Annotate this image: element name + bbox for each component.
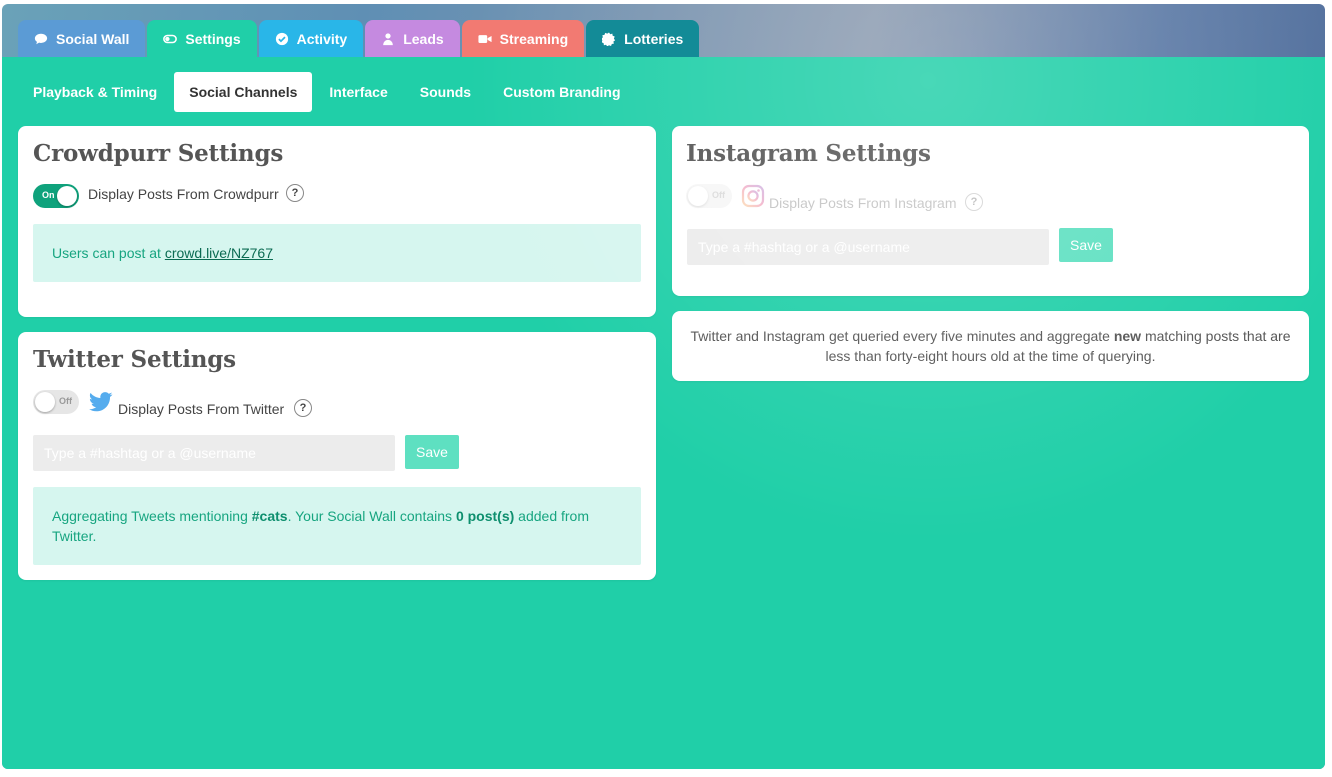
card-title: Crowdpurr Settings bbox=[33, 140, 284, 167]
check-circle-icon bbox=[275, 32, 289, 46]
card-title: Instagram Settings bbox=[686, 140, 931, 167]
info-post-count: 0 post(s) bbox=[455, 508, 515, 524]
top-tab-bar: Social Wall Settings Activity Leads Stre… bbox=[18, 20, 700, 57]
tab-social-wall[interactable]: Social Wall bbox=[18, 20, 146, 57]
subtab-custom-branding[interactable]: Custom Branding bbox=[488, 72, 635, 112]
toggle-state-label: Off bbox=[712, 190, 725, 200]
subtab-social-channels[interactable]: Social Channels bbox=[174, 72, 313, 112]
instagram-help-icon[interactable]: ? bbox=[965, 193, 983, 211]
crowdpurr-display-toggle[interactable]: On bbox=[33, 184, 79, 208]
instagram-option-label: Display Posts From Instagram bbox=[769, 195, 957, 211]
tab-label: Settings bbox=[185, 30, 241, 47]
twitter-help-icon[interactable]: ? bbox=[294, 399, 312, 417]
twitter-save-button[interactable]: Save bbox=[405, 435, 459, 469]
tab-lotteries[interactable]: Lotteries bbox=[586, 20, 700, 57]
info-text: Aggregating Tweets mentioning #cats. You… bbox=[52, 506, 622, 546]
toggle-state-label: On bbox=[42, 190, 55, 200]
crowdpurr-option-label: Display Posts From Crowdpurr bbox=[88, 186, 279, 202]
twitter-option-label: Display Posts From Twitter bbox=[118, 401, 285, 417]
subtab-sounds[interactable]: Sounds bbox=[405, 72, 486, 112]
info-part: . Your Social Wall contains bbox=[287, 508, 456, 524]
tab-label: Streaming bbox=[499, 30, 569, 47]
twitter-display-toggle[interactable]: Off bbox=[33, 390, 79, 414]
info-text: Users can post at crowd.live/NZ767 bbox=[52, 243, 273, 263]
crowdpurr-settings-card: Crowdpurr Settings On Display Posts From… bbox=[18, 126, 656, 317]
person-icon bbox=[381, 32, 395, 46]
info-part: Aggregating Tweets mentioning bbox=[52, 508, 252, 524]
tab-label: Activity bbox=[296, 30, 348, 47]
settings-sub-tabs: Playback & Timing Social Channels Interf… bbox=[18, 72, 636, 112]
query-note-text: Twitter and Instagram get queried every … bbox=[672, 326, 1309, 366]
instagram-icon bbox=[741, 184, 765, 208]
twitter-settings-card: Twitter Settings Off Display Posts From … bbox=[18, 332, 656, 580]
crowdpurr-info-box: Users can post at crowd.live/NZ767 bbox=[33, 224, 641, 282]
instagram-hashtag-input[interactable] bbox=[687, 229, 1049, 265]
query-note-card: Twitter and Instagram get queried every … bbox=[672, 311, 1309, 381]
note-bold: new bbox=[1113, 328, 1142, 344]
video-camera-icon bbox=[478, 32, 492, 46]
app-window: Social Wall Settings Activity Leads Stre… bbox=[2, 4, 1325, 769]
tab-activity[interactable]: Activity bbox=[258, 20, 364, 57]
info-prefix: Users can post at bbox=[52, 245, 165, 261]
speech-bubble-icon bbox=[34, 32, 48, 46]
instagram-display-toggle[interactable]: Off bbox=[686, 184, 732, 208]
info-hashtag: #cats bbox=[251, 508, 288, 524]
tab-streaming[interactable]: Streaming bbox=[461, 20, 585, 57]
toggle-knob bbox=[35, 392, 55, 412]
twitter-hashtag-input[interactable] bbox=[33, 435, 395, 471]
tab-label: Lotteries bbox=[624, 30, 684, 47]
toggle-icon bbox=[163, 32, 178, 46]
instagram-settings-card: Instagram Settings Off Display Posts Fro… bbox=[672, 126, 1309, 296]
toggle-knob bbox=[688, 186, 708, 206]
crowd-live-link[interactable]: crowd.live/NZ767 bbox=[165, 245, 273, 261]
tab-label: Social Wall bbox=[56, 30, 130, 47]
tab-leads[interactable]: Leads bbox=[365, 20, 460, 57]
crowdpurr-help-icon[interactable]: ? bbox=[286, 184, 304, 202]
subtab-playback-timing[interactable]: Playback & Timing bbox=[18, 72, 172, 112]
toggle-state-label: Off bbox=[59, 396, 72, 406]
tab-settings[interactable]: Settings bbox=[147, 20, 257, 57]
gear-icon bbox=[602, 31, 616, 46]
subtab-interface[interactable]: Interface bbox=[314, 72, 402, 112]
note-part: Twitter and Instagram get queried every … bbox=[690, 328, 1114, 344]
twitter-bird-icon bbox=[88, 392, 113, 412]
twitter-info-box: Aggregating Tweets mentioning #cats. You… bbox=[33, 487, 641, 565]
card-title: Twitter Settings bbox=[33, 346, 236, 373]
tab-label: Leads bbox=[403, 30, 444, 47]
toggle-knob bbox=[57, 186, 77, 206]
settings-panel: Playback & Timing Social Channels Interf… bbox=[2, 57, 1325, 769]
instagram-save-button[interactable]: Save bbox=[1059, 228, 1113, 262]
